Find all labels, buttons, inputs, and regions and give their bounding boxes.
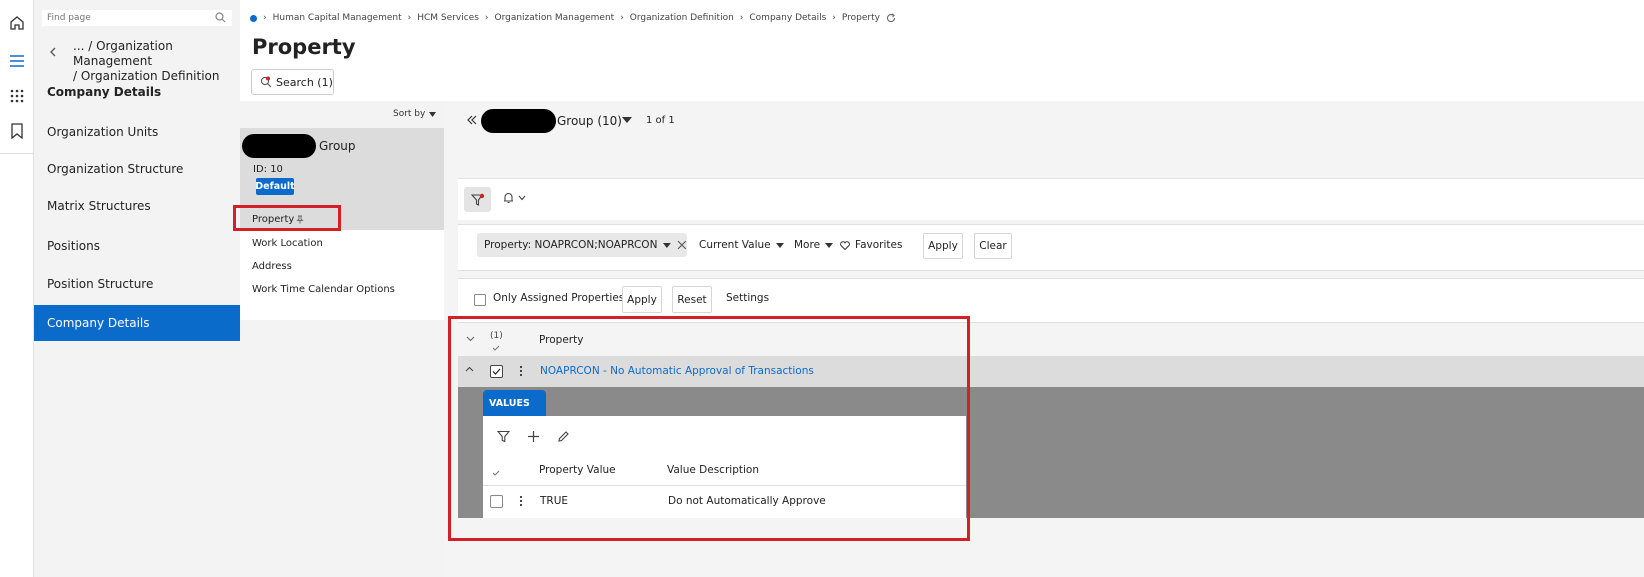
redacted-record-name: [481, 109, 556, 133]
breadcrumb-item[interactable]: Organization Management: [495, 13, 615, 23]
only-assigned-checkbox[interactable]: [474, 294, 486, 306]
nav-item-organization-structure[interactable]: Organization Structure: [34, 151, 240, 187]
breadcrumb-item[interactable]: HCM Services: [417, 13, 479, 23]
menu-icon[interactable]: [5, 49, 29, 73]
property-filter-chip[interactable]: Property: NOAPRCON;NOAPRCON: [477, 233, 687, 257]
nav-item-organization-units[interactable]: Organization Units: [34, 114, 240, 150]
navigator-heading: Company Details: [47, 85, 162, 99]
breadcrumb-item[interactable]: Organization Definition: [630, 13, 734, 23]
home-icon[interactable]: [5, 11, 29, 35]
sub-item-address[interactable]: Address: [252, 261, 292, 272]
breadcrumb-home-dot[interactable]: [250, 14, 257, 22]
only-assigned-label: Only Assigned Properties: [493, 292, 625, 304]
record-dropdown-icon[interactable]: [622, 117, 632, 123]
sort-by-button[interactable]: Sort by: [393, 109, 437, 119]
breadcrumb-item: Property: [841, 13, 880, 23]
navigator-path-line2: / Organization Definition: [73, 69, 220, 83]
filter-clear-button[interactable]: Clear: [974, 233, 1012, 259]
filter-apply-button[interactable]: Apply: [923, 233, 963, 259]
navigator-panel: ... / Organization Management / Organiza…: [34, 0, 240, 577]
search-button[interactable]: Search (1): [251, 69, 334, 95]
filter-dropdown-icon: [663, 242, 672, 248]
record-header-name: Group (10): [557, 114, 622, 128]
sub-item-work-time-calendar-options[interactable]: Work Time Calendar Options: [252, 284, 395, 295]
more-filter[interactable]: More: [794, 239, 834, 251]
filter-toggle-button[interactable]: [464, 187, 491, 212]
record-name: Group: [319, 139, 356, 153]
breadcrumb-item[interactable]: Human Capital Management: [273, 13, 402, 23]
breadcrumb-item[interactable]: Company Details: [749, 13, 826, 23]
favorites-label: Favorites: [855, 239, 903, 251]
sub-item-work-location[interactable]: Work Location: [252, 238, 323, 249]
highlight-property-box: [233, 205, 341, 231]
notification-bell-button[interactable]: [503, 192, 526, 204]
reset-button[interactable]: Reset: [672, 286, 712, 313]
sort-by-label: Sort by: [393, 109, 426, 119]
favorites-button[interactable]: Favorites: [840, 239, 902, 251]
remove-filter-icon: [677, 240, 687, 250]
breadcrumb: › Human Capital Management › HCM Service…: [250, 12, 896, 24]
bookmark-icon[interactable]: [5, 119, 29, 143]
nav-item-position-structure[interactable]: Position Structure: [34, 266, 240, 302]
options-apply-button[interactable]: Apply: [622, 286, 662, 313]
search-button-label: Search (1): [276, 75, 333, 89]
default-badge: Default: [255, 178, 295, 195]
apps-grid-icon[interactable]: [5, 84, 29, 108]
heart-icon: [840, 240, 850, 250]
nav-item-positions[interactable]: Positions: [34, 228, 240, 264]
nav-item-company-details[interactable]: Company Details: [34, 305, 240, 341]
navigator-path[interactable]: ... / Organization Management / Organiza…: [73, 39, 240, 84]
highlight-grid-box: [448, 316, 970, 541]
record-id: ID: 10: [253, 164, 283, 175]
icon-rail: [0, 0, 34, 577]
nav-item-matrix-structures[interactable]: Matrix Structures: [34, 188, 240, 224]
navigator-path-line1: ... / Organization Management: [73, 39, 173, 68]
more-label: More: [794, 239, 821, 251]
rail-divider: [0, 153, 34, 154]
record-list-panel: Sort by Group ID: 10 Default Property Wo…: [240, 101, 444, 577]
search-active-icon: [260, 76, 272, 88]
toolbar-row: [458, 178, 1644, 220]
current-value-label: Current Value: [699, 239, 771, 251]
record-pager: 1 of 1: [646, 115, 675, 126]
collapse-left-icon[interactable]: [467, 115, 477, 125]
property-filter-label: Property: NOAPRCON;NOAPRCON: [484, 239, 658, 251]
redacted-name: [242, 134, 316, 158]
settings-button[interactable]: Settings: [726, 292, 769, 304]
find-page-input[interactable]: [42, 10, 232, 26]
search-icon[interactable]: [215, 12, 226, 23]
current-value-filter[interactable]: Current Value: [699, 239, 784, 251]
refresh-icon[interactable]: [886, 13, 896, 23]
page-title: Property: [252, 35, 356, 59]
back-chevron-icon[interactable]: [49, 47, 57, 57]
